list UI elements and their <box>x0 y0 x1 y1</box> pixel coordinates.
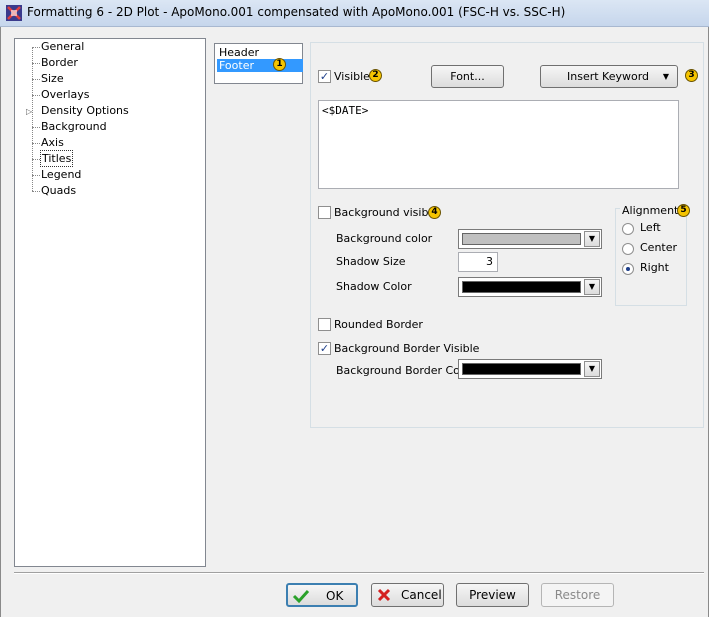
dropdown-arrow-icon: ▼ <box>662 72 669 81</box>
background-border-visible-checkbox[interactable]: ✓ <box>318 342 331 355</box>
callout-badge-4: 4 <box>428 206 441 219</box>
tree-connector <box>32 159 40 160</box>
ok-label: OK <box>326 589 344 603</box>
rounded-border-label: Rounded Border <box>334 318 423 331</box>
tree-item-general[interactable]: General <box>40 39 85 54</box>
tree-item-quads[interactable]: Quads <box>40 183 77 198</box>
background-color-swatch <box>462 233 581 245</box>
background-visible-label: Background visible <box>334 206 439 219</box>
restore-button[interactable]: Restore <box>541 583 614 607</box>
callout-badge-5: 5 <box>677 204 690 217</box>
shadow-size-input[interactable]: 3 <box>458 252 498 272</box>
tree-item-density-options[interactable]: Density Options <box>40 103 130 118</box>
background-visible-checkbox[interactable] <box>318 206 331 219</box>
expand-arrow-icon[interactable]: ▷ <box>26 107 32 116</box>
insert-keyword-button[interactable]: Insert Keyword ▼ <box>540 65 678 88</box>
shadow-color-label: Shadow Color <box>336 280 412 293</box>
alignment-center-label: Center <box>640 241 678 254</box>
rounded-border-checkbox[interactable] <box>318 318 331 331</box>
checkmark-icon <box>292 589 310 604</box>
visible-label: Visible <box>334 70 370 83</box>
alignment-left-label: Left <box>640 221 661 234</box>
tree-connector <box>32 79 40 80</box>
cancel-label: Cancel <box>401 588 442 602</box>
tree-item-size[interactable]: Size <box>40 71 65 86</box>
callout-badge-3: 3 <box>685 69 698 82</box>
font-button[interactable]: Font... <box>431 65 504 88</box>
alignment-right-label: Right <box>640 261 669 274</box>
list-item-header[interactable]: Header <box>217 46 259 59</box>
preview-button[interactable]: Preview <box>456 583 529 607</box>
background-color-dropdown[interactable]: ▼ <box>458 229 602 249</box>
tree-connector <box>32 47 40 48</box>
background-border-color-label: Background Border Color <box>336 364 475 377</box>
list-item-footer[interactable]: Footer <box>217 59 303 72</box>
visible-checkbox[interactable]: ✓ <box>318 70 331 83</box>
title-type-list[interactable]: Header Footer <box>214 43 303 84</box>
insert-keyword-label: Insert Keyword <box>567 70 650 83</box>
tree-item-legend[interactable]: Legend <box>40 167 82 182</box>
background-border-color-swatch <box>462 363 581 375</box>
tree-connector <box>32 175 40 176</box>
tree-item-background[interactable]: Background <box>40 119 108 134</box>
dropdown-arrow-icon[interactable]: ▼ <box>584 279 600 295</box>
tree-item-axis[interactable]: Axis <box>40 135 65 150</box>
tree-item-overlays[interactable]: Overlays <box>40 87 91 102</box>
app-icon <box>6 5 22 21</box>
alignment-title: Alignment <box>620 204 681 217</box>
tree-connector <box>32 143 40 144</box>
tree-connector <box>32 95 40 96</box>
ok-button[interactable]: OK <box>286 583 358 607</box>
tree-connector <box>32 127 40 128</box>
dropdown-arrow-icon[interactable]: ▼ <box>584 231 600 247</box>
tree-connector <box>32 191 40 192</box>
dropdown-arrow-icon[interactable]: ▼ <box>584 361 600 377</box>
alignment-right-radio[interactable] <box>622 263 634 275</box>
tree-item-titles[interactable]: Titles <box>40 150 74 167</box>
background-color-label: Background color <box>336 232 433 245</box>
title-text-area[interactable]: <$DATE> <box>318 100 679 189</box>
alignment-left-radio[interactable] <box>622 223 634 235</box>
shadow-color-dropdown[interactable]: ▼ <box>458 277 602 297</box>
cancel-button[interactable]: Cancel <box>371 583 444 607</box>
nav-tree[interactable]: General Border Size Overlays ▷ Density O… <box>14 38 206 567</box>
alignment-center-radio[interactable] <box>622 243 634 255</box>
tree-item-border[interactable]: Border <box>40 55 79 70</box>
tree-connector <box>32 63 40 64</box>
window-title: Formatting 6 - 2D Plot - ApoMono.001 com… <box>27 5 566 19</box>
tree-connector-line <box>32 47 33 191</box>
background-border-visible-label: Background Border Visible <box>334 342 480 355</box>
background-border-color-dropdown[interactable]: ▼ <box>458 359 602 379</box>
callout-badge-2: 2 <box>369 69 382 82</box>
callout-badge-1: 1 <box>273 58 286 71</box>
cancel-x-icon <box>377 588 391 602</box>
bottom-separator <box>14 572 704 574</box>
shadow-size-label: Shadow Size <box>336 255 406 268</box>
shadow-color-swatch <box>462 281 581 293</box>
radio-selected-dot <box>626 267 630 271</box>
